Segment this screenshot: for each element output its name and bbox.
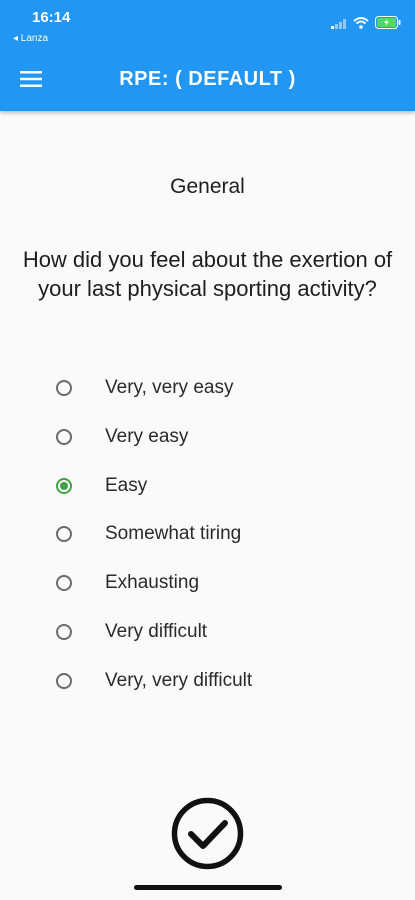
question-text: How did you feel about the exertion of y…	[22, 247, 393, 301]
status-icons	[331, 16, 401, 34]
option-label: Easy	[105, 475, 148, 496]
option-somewhat-tiring[interactable]: Somewhat tiring	[56, 510, 376, 558]
check-circle-icon	[170, 797, 245, 875]
option-label: Very easy	[105, 426, 189, 447]
radio-button[interactable]	[56, 624, 72, 640]
option-label: Very, very easy	[105, 377, 234, 398]
option-very-very-difficult[interactable]: Very, very difficult	[56, 657, 376, 705]
radio-button[interactable]	[56, 380, 72, 396]
option-easy[interactable]: Easy	[56, 462, 376, 510]
option-label: Very difficult	[105, 621, 208, 642]
radio-button-selected[interactable]	[56, 478, 72, 494]
option-exhausting[interactable]: Exhausting	[56, 559, 376, 607]
battery-icon	[375, 16, 401, 34]
wifi-icon	[353, 16, 369, 34]
radio-button[interactable]	[56, 526, 72, 542]
radio-button[interactable]	[56, 429, 72, 445]
option-label: Very, very difficult	[105, 670, 253, 691]
radio-button[interactable]	[56, 575, 72, 591]
page-title: RPE: ( DEFAULT )	[119, 68, 296, 90]
status-time: 16:14	[32, 9, 71, 26]
option-label: Exhausting	[105, 572, 200, 593]
signal-icon	[331, 16, 347, 34]
home-indicator[interactable]	[134, 885, 282, 890]
app-bar: 16:14 ◂ Lanza RPE: (DEFAULT)	[0, 0, 415, 111]
section-title: General	[170, 175, 245, 198]
submit-button[interactable]	[170, 796, 245, 871]
back-to-app-link[interactable]: ◂ Lanza	[13, 33, 48, 44]
option-very-difficult[interactable]: Very difficult	[56, 608, 376, 656]
radio-button[interactable]	[56, 673, 72, 689]
option-very-easy[interactable]: Very easy	[56, 413, 376, 461]
option-very-very-easy[interactable]: Very, very easy	[56, 364, 376, 412]
option-label: Somewhat tiring	[105, 523, 242, 544]
